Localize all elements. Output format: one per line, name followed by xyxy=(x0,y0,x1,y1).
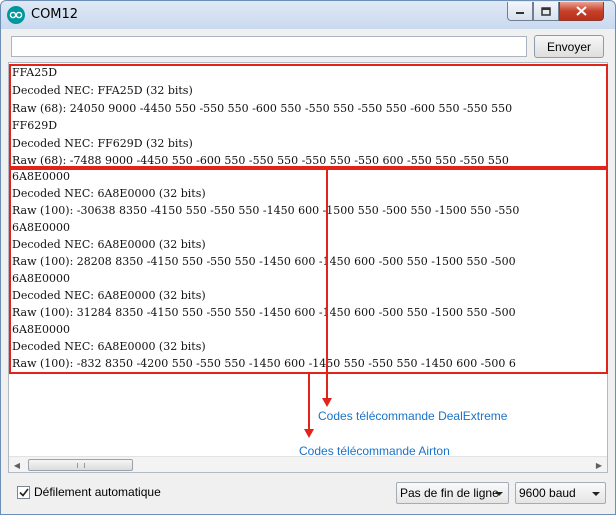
output-line: Decoded NEC: FFA25D (32 bits) xyxy=(12,84,193,97)
title-bar[interactable]: COM12 xyxy=(1,1,615,29)
output-line: 6A8E0000 xyxy=(12,272,70,285)
serial-monitor-window: COM12 Envoyer FFA25D Decoded NEC: FFA25D… xyxy=(0,0,616,515)
arduino-logo-icon xyxy=(7,6,25,24)
line-ending-select[interactable]: Pas de fin de ligne xyxy=(396,482,509,504)
output-line: 6A8E0000 xyxy=(12,323,70,336)
scrollbar-thumb[interactable] xyxy=(28,459,133,471)
horizontal-scrollbar[interactable]: ◀ ▶ xyxy=(9,456,607,472)
output-line: FFA25D xyxy=(12,66,58,79)
output-line: 6A8E0000 xyxy=(12,221,70,234)
chevron-down-icon xyxy=(495,492,503,496)
airton-annotation: Codes télécommande Airton xyxy=(299,444,450,458)
autoscroll-label[interactable]: Défilement automatique xyxy=(34,485,161,499)
output-line: Decoded NEC: 6A8E0000 (32 bits) xyxy=(12,289,206,302)
output-line: Decoded NEC: 6A8E0000 (32 bits) xyxy=(12,187,206,200)
airton-arrow-head xyxy=(304,429,314,438)
chevron-down-icon xyxy=(592,492,600,496)
output-line: Raw (100): -30638 8350 -4150 550 -550 55… xyxy=(12,204,520,217)
output-line: Decoded NEC: FF629D (32 bits) xyxy=(12,137,193,150)
dealextreme-arrow-line xyxy=(326,168,328,400)
output-line: Raw (100): 31284 8350 -4150 550 -550 550… xyxy=(12,306,516,319)
maximize-button[interactable] xyxy=(533,2,559,21)
output-line: Decoded NEC: 6A8E0000 (32 bits) xyxy=(12,238,206,251)
send-button[interactable]: Envoyer xyxy=(534,35,604,58)
dealextreme-annotation: Codes télécommande DealExtreme xyxy=(318,409,508,423)
airton-arrow-line xyxy=(308,374,310,430)
output-line: Raw (68): -7488 9000 -4450 550 -600 550 … xyxy=(12,154,509,167)
minimize-icon xyxy=(516,12,524,14)
dealextreme-arrow-head xyxy=(322,398,332,407)
maximize-icon xyxy=(541,6,551,16)
scroll-right-icon[interactable]: ▶ xyxy=(591,457,607,472)
checkmark-icon xyxy=(18,488,29,497)
output-line: FF629D xyxy=(12,119,58,132)
autoscroll-checkbox[interactable] xyxy=(17,486,30,499)
output-line: 6A8E0000 xyxy=(12,170,70,183)
footer-bar: Défilement automatique Pas de fin de lig… xyxy=(1,479,615,509)
close-button[interactable] xyxy=(559,2,604,21)
send-input[interactable] xyxy=(11,36,527,57)
line-ending-value: Pas de fin de ligne xyxy=(400,486,499,500)
scroll-left-icon[interactable]: ◀ xyxy=(9,457,25,472)
output-line: Raw (100): -832 8350 -4200 550 -550 550 … xyxy=(12,357,516,370)
close-icon xyxy=(576,6,587,16)
minimize-button[interactable] xyxy=(507,2,533,21)
output-line: Raw (68): 24050 9000 -4450 550 -550 550 … xyxy=(12,102,513,115)
baud-rate-value: 9600 baud xyxy=(519,486,576,500)
baud-rate-select[interactable]: 9600 baud xyxy=(515,482,606,504)
output-line: Raw (100): 28208 8350 -4150 550 -550 550… xyxy=(12,255,516,268)
output-line: Decoded NEC: 6A8E0000 (32 bits) xyxy=(12,340,206,353)
window-title: COM12 xyxy=(31,7,79,22)
